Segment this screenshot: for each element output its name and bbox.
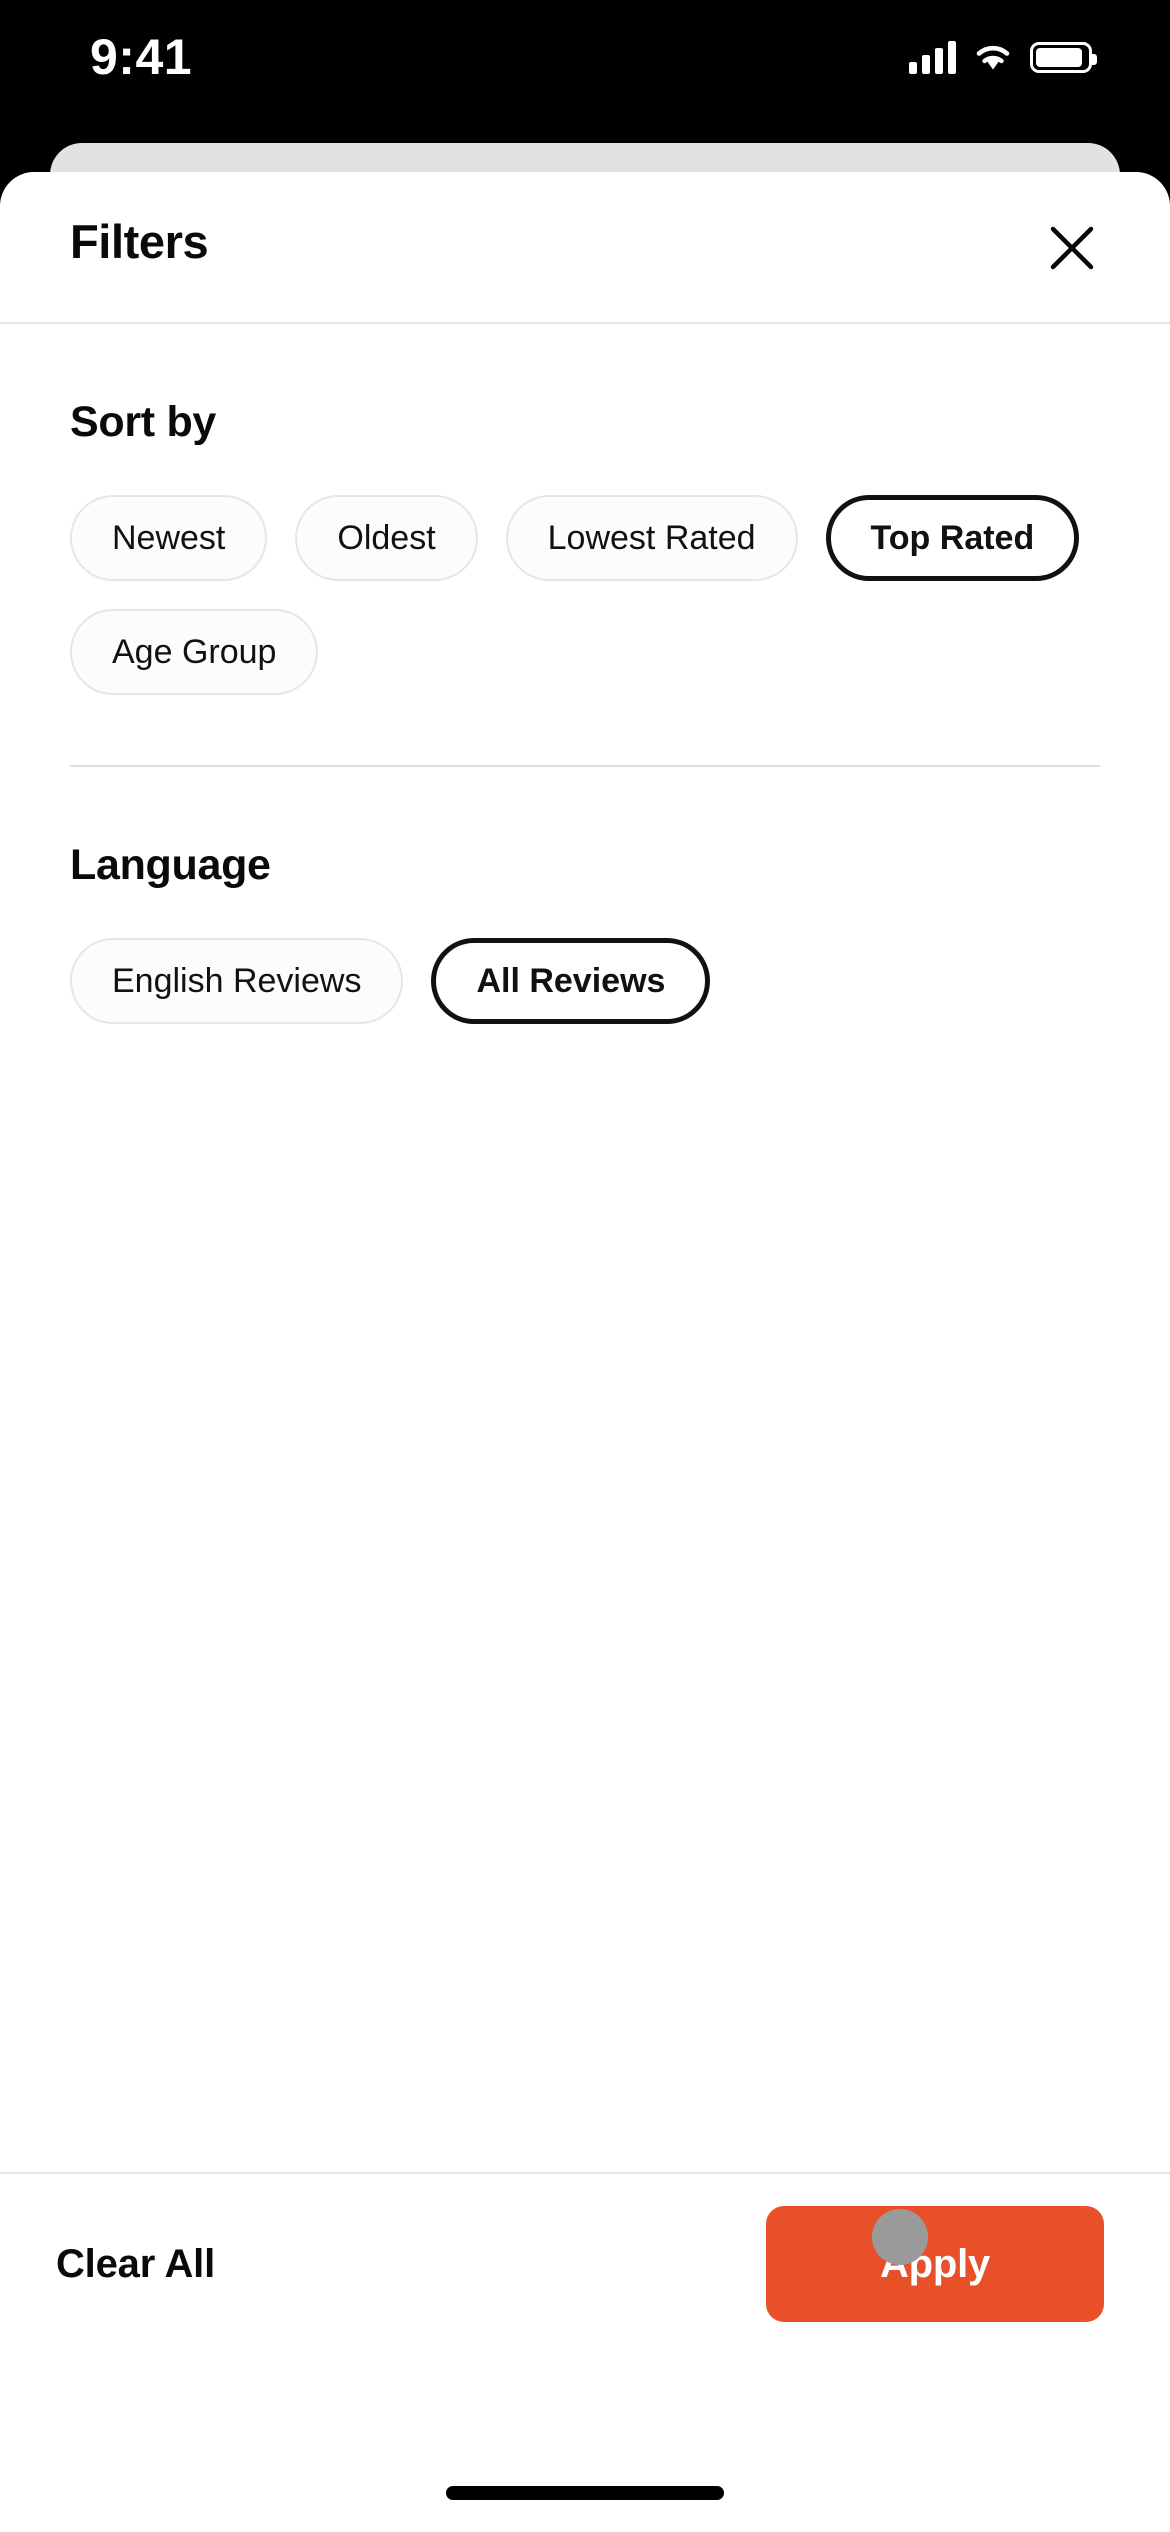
home-indicator xyxy=(446,2486,724,2500)
chip-label: English Reviews xyxy=(112,961,362,1000)
section-title-sort-by: Sort by xyxy=(70,398,217,446)
wifi-icon xyxy=(972,41,1014,73)
chip-all-reviews[interactable]: All Reviews xyxy=(431,938,711,1024)
phone-screen: 9:41 Filters Sort by Newest Oldest Lowes… xyxy=(0,0,1170,2532)
apply-button-label: Apply xyxy=(879,2241,991,2286)
chip-row-sort-by: Newest Oldest Lowest Rated Top Rated Age… xyxy=(70,495,1100,695)
apply-button[interactable]: Apply xyxy=(766,2206,1104,2322)
battery-icon xyxy=(1030,41,1097,73)
status-bar: 9:41 xyxy=(0,0,1170,132)
chip-label: Lowest Rated xyxy=(547,518,756,557)
section-sort-by: Sort by Newest Oldest Lowest Rated Top R… xyxy=(70,324,1100,695)
close-icon[interactable] xyxy=(1034,210,1110,286)
cellular-signal-icon xyxy=(909,40,956,74)
chip-label: Top Rated xyxy=(870,518,1035,557)
chip-row-language: English Reviews All Reviews xyxy=(70,938,1100,1024)
section-language: Language English Reviews All Reviews xyxy=(70,767,1100,1024)
chip-top-rated[interactable]: Top Rated xyxy=(825,495,1080,581)
chip-age-group[interactable]: Age Group xyxy=(70,609,319,695)
footer-action-bar: Clear All Apply xyxy=(0,2172,1170,2532)
chip-newest[interactable]: Newest xyxy=(70,495,268,581)
chip-lowest-rated[interactable]: Lowest Rated xyxy=(505,495,798,581)
chip-label: Newest xyxy=(112,518,226,557)
status-bar-time: 9:41 xyxy=(90,29,193,85)
chip-label: Age Group xyxy=(112,632,277,671)
sheet-header: Filters xyxy=(0,172,1170,324)
chip-oldest[interactable]: Oldest xyxy=(295,495,478,581)
chip-label: All Reviews xyxy=(476,961,666,1000)
chip-english-reviews[interactable]: English Reviews xyxy=(70,938,404,1024)
section-title-language: Language xyxy=(70,841,271,889)
page-title: Filters xyxy=(70,215,209,268)
status-bar-icons xyxy=(909,40,1097,74)
clear-all-button[interactable]: Clear All xyxy=(56,2242,215,2287)
sheet-body: Sort by Newest Oldest Lowest Rated Top R… xyxy=(0,324,1170,2074)
filters-sheet: Filters Sort by Newest Oldest Lowest Rat… xyxy=(0,172,1170,2532)
chip-label: Oldest xyxy=(337,518,436,557)
